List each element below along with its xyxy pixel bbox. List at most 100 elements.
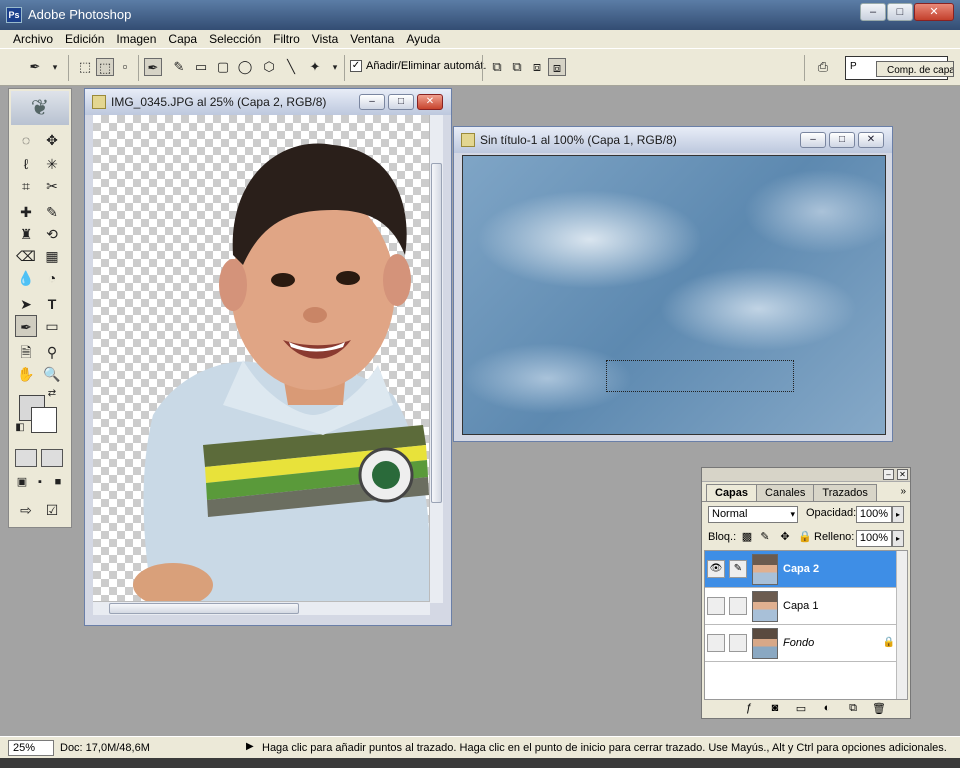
- quick-mask-button[interactable]: [41, 449, 63, 467]
- menu-filtro[interactable]: Filtro: [267, 32, 306, 46]
- pen-tool-icon[interactable]: ✒: [15, 315, 37, 337]
- marquee-tool-icon[interactable]: ◌: [15, 129, 37, 151]
- preset-dropdown-icon[interactable]: ▾: [46, 58, 64, 76]
- pen-icon[interactable]: ✒: [144, 58, 162, 76]
- vertical-scroll-thumb[interactable]: [431, 163, 442, 503]
- dodge-tool-icon[interactable]: ◔: [41, 267, 63, 289]
- document-close-button[interactable]: ✕: [858, 132, 884, 148]
- history-brush-icon[interactable]: ⟲: [41, 223, 63, 245]
- ellipse-icon[interactable]: ◯: [236, 58, 254, 76]
- standard-mode-button[interactable]: [15, 449, 37, 467]
- eraser-tool-icon[interactable]: ⌫: [15, 245, 37, 267]
- blur-tool-icon[interactable]: 💧: [15, 267, 37, 289]
- screen-mode-standard-icon[interactable]: ▣: [13, 473, 31, 491]
- shape-tool-icon[interactable]: ▭: [41, 315, 63, 337]
- lock-position-icon[interactable]: ✥: [778, 530, 792, 544]
- fill-input[interactable]: 100%: [856, 530, 892, 547]
- document-close-button[interactable]: ✕: [417, 94, 443, 110]
- hand-tool-icon[interactable]: ✋: [15, 363, 37, 385]
- freeform-pen-icon[interactable]: ✎: [170, 58, 188, 76]
- move-tool-icon[interactable]: ✥: [41, 129, 63, 151]
- layer-row-capa-2[interactable]: 👁 ✎ Capa 2: [705, 551, 897, 588]
- layers-scrollbar[interactable]: [896, 551, 907, 699]
- menu-archivo[interactable]: Archivo: [7, 32, 59, 46]
- trash-icon[interactable]: 🗑: [872, 702, 886, 715]
- custom-shape-icon[interactable]: ✦: [306, 58, 324, 76]
- blend-mode-select[interactable]: Normal ▾: [708, 506, 798, 523]
- slice-tool-icon[interactable]: ✂: [41, 175, 63, 197]
- layer-comps-tab[interactable]: Comp. de capa: [876, 61, 954, 77]
- swap-colors-icon[interactable]: ⇄: [45, 387, 59, 401]
- pen-tool-preset-icon[interactable]: ✒: [26, 58, 44, 76]
- menu-vista[interactable]: Vista: [306, 32, 344, 46]
- menu-ventana[interactable]: Ventana: [344, 32, 400, 46]
- menu-ayuda[interactable]: Ayuda: [400, 32, 446, 46]
- edit-in-imageready-icon[interactable]: ☑: [41, 499, 63, 521]
- file-browser-icon[interactable]: ⎙: [814, 58, 832, 76]
- document-title-bar[interactable]: IMG_0345.JPG al 25% (Capa 2, RGB/8) – □ …: [85, 89, 451, 115]
- eye-icon[interactable]: 👁: [707, 560, 725, 578]
- layer-row-fondo[interactable]: Fondo 🔒: [705, 625, 897, 662]
- exclude-path-icon[interactable]: ⧈: [548, 58, 566, 76]
- document-window-img0345[interactable]: IMG_0345.JPG al 25% (Capa 2, RGB/8) – □ …: [84, 88, 452, 626]
- clouds-canvas[interactable]: [462, 155, 886, 435]
- opacity-slider-button[interactable]: ▸: [892, 506, 904, 523]
- magic-wand-tool-icon[interactable]: ✳: [41, 153, 63, 175]
- image-canvas[interactable]: [93, 115, 430, 603]
- vertical-scrollbar[interactable]: [429, 115, 443, 603]
- status-menu-icon[interactable]: ▶: [246, 741, 254, 752]
- new-layer-icon[interactable]: ⧉: [846, 702, 860, 715]
- maximize-button[interactable]: □: [887, 3, 913, 21]
- tab-canales[interactable]: Canales: [756, 484, 815, 501]
- brush-tool-icon[interactable]: ✎: [41, 201, 63, 223]
- jump-to-imageready-icon[interactable]: ⇨: [15, 499, 37, 521]
- document-window-untitled[interactable]: Sin título-1 al 100% (Capa 1, RGB/8) – □…: [453, 126, 893, 442]
- document-maximize-button[interactable]: □: [829, 132, 855, 148]
- layer-row-capa-1[interactable]: Capa 1: [705, 588, 897, 625]
- healing-brush-icon[interactable]: ✚: [15, 201, 37, 223]
- lock-transparency-icon[interactable]: ▩: [740, 530, 754, 544]
- menu-capa[interactable]: Capa: [162, 32, 203, 46]
- fill-slider-button[interactable]: ▸: [892, 530, 904, 547]
- panel-close-icon[interactable]: ✕: [897, 469, 908, 480]
- line-icon[interactable]: ╲: [282, 58, 300, 76]
- visibility-toggle[interactable]: [707, 634, 725, 652]
- layer-style-icon[interactable]: ƒ: [742, 702, 756, 714]
- intersect-path-icon[interactable]: ⧈: [528, 58, 546, 76]
- type-tool-icon[interactable]: T: [41, 293, 63, 315]
- document-minimize-button[interactable]: –: [800, 132, 826, 148]
- lock-all-icon[interactable]: 🔒: [798, 530, 812, 544]
- crop-tool-icon[interactable]: ⌗: [15, 175, 37, 197]
- visibility-toggle[interactable]: [707, 597, 725, 615]
- rectangle-icon[interactable]: ▭: [192, 58, 210, 76]
- default-colors-icon[interactable]: ◧: [13, 421, 27, 435]
- menu-seleccion[interactable]: Selección: [203, 32, 267, 46]
- zoom-field[interactable]: 25%: [8, 740, 54, 756]
- add-mask-icon[interactable]: ◙: [768, 702, 782, 714]
- horizontal-scrollbar[interactable]: [93, 601, 430, 615]
- tab-capas[interactable]: Capas: [706, 484, 758, 501]
- link-toggle[interactable]: [729, 597, 747, 615]
- document-maximize-button[interactable]: □: [388, 94, 414, 110]
- document-title-bar[interactable]: Sin título-1 al 100% (Capa 1, RGB/8) – □…: [454, 127, 892, 153]
- adjustment-layer-icon[interactable]: ◐: [820, 702, 834, 714]
- link-toggle[interactable]: [729, 634, 747, 652]
- gradient-tool-icon[interactable]: ▦: [41, 245, 63, 267]
- screen-mode-full-menu-icon[interactable]: ▪: [31, 473, 49, 491]
- fill-pixels-icon[interactable]: ▫: [116, 58, 134, 76]
- geometry-options-dropdown-icon[interactable]: ▾: [326, 58, 344, 76]
- document-minimize-button[interactable]: –: [359, 94, 385, 110]
- panel-minimize-icon[interactable]: –: [883, 469, 894, 480]
- notes-tool-icon[interactable]: 🗎: [15, 341, 37, 363]
- background-color-swatch[interactable]: [31, 407, 57, 433]
- lock-pixels-icon[interactable]: ✎: [758, 530, 772, 544]
- eyedropper-tool-icon[interactable]: ⚲: [41, 341, 63, 363]
- lasso-tool-icon[interactable]: ℓ: [15, 153, 37, 175]
- rounded-rectangle-icon[interactable]: ▢: [214, 58, 232, 76]
- subtract-path-icon[interactable]: ⧉: [508, 58, 526, 76]
- panel-header[interactable]: – ✕: [702, 468, 910, 482]
- auto-add-delete-checkbox[interactable]: ✓: [350, 60, 362, 72]
- zoom-tool-icon[interactable]: 🔍: [41, 363, 63, 385]
- menu-imagen[interactable]: Imagen: [110, 32, 162, 46]
- menu-edicion[interactable]: Edición: [59, 32, 110, 46]
